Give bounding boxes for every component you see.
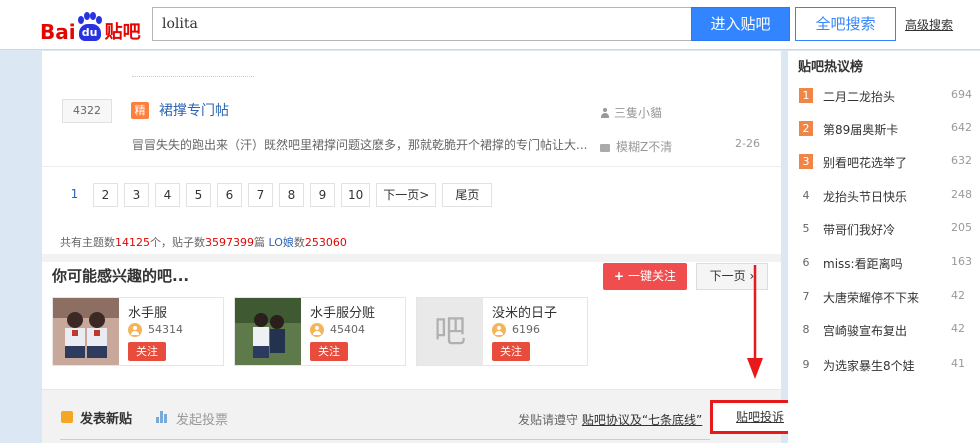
annotation-arrow-icon (747, 265, 763, 379)
